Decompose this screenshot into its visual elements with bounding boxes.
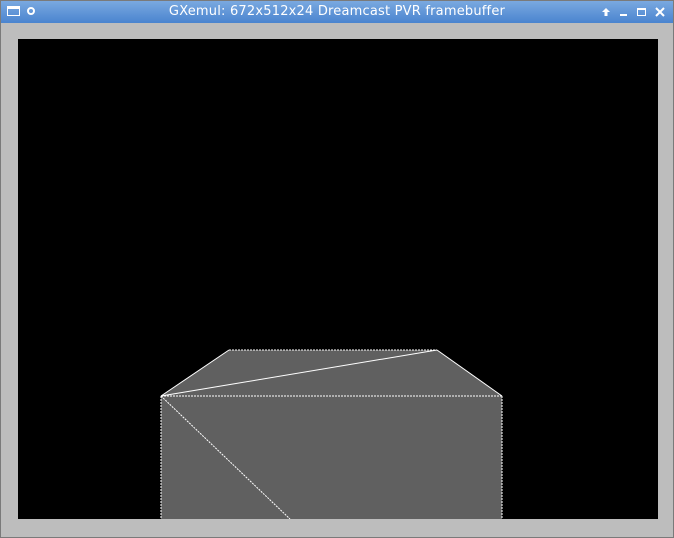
close-icon[interactable] — [653, 4, 667, 20]
framebuffer-scene — [160, 349, 503, 519]
dreamcast-framebuffer — [18, 39, 658, 519]
box-front-face — [161, 396, 502, 519]
gxemul-window: GXemul: 672x512x24 Dreamcast PVR framebu… — [0, 0, 674, 538]
shade-icon[interactable] — [599, 4, 613, 20]
titlebar[interactable]: GXemul: 672x512x24 Dreamcast PVR framebu… — [1, 1, 673, 23]
minimize-icon[interactable] — [617, 4, 631, 20]
maximize-icon[interactable] — [635, 4, 649, 20]
box-top-face — [161, 350, 502, 396]
window-title: GXemul: 672x512x24 Dreamcast PVR framebu… — [168, 4, 506, 19]
